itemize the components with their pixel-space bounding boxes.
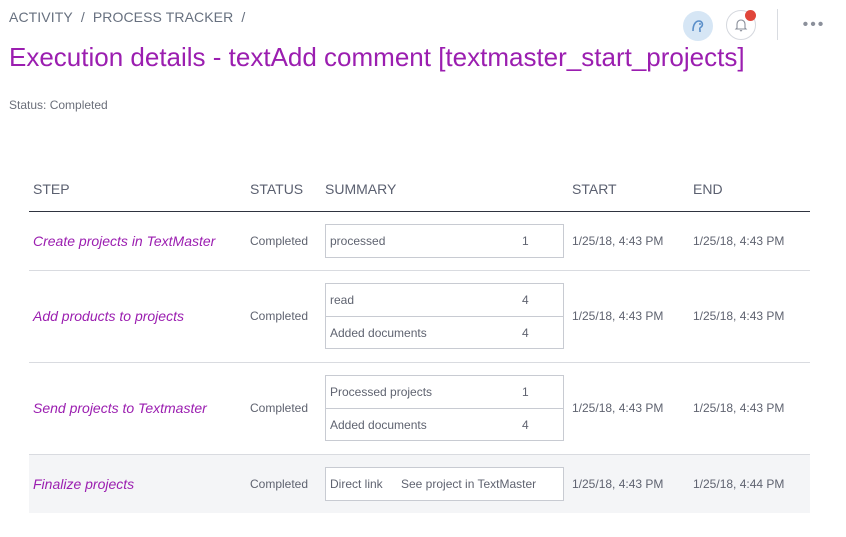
- step-status: Completed: [250, 234, 309, 248]
- more-options-button[interactable]: •••: [800, 14, 828, 36]
- step-end: 1/25/18, 4:43 PM: [693, 401, 785, 415]
- summary-label: Direct link: [330, 477, 383, 491]
- step-link[interactable]: Send projects to Textmaster: [33, 400, 207, 416]
- step-start: 1/25/18, 4:43 PM: [572, 309, 664, 323]
- header-step[interactable]: STEP: [33, 181, 70, 197]
- header-status[interactable]: STATUS: [250, 181, 303, 197]
- breadcrumb-process-tracker[interactable]: PROCESS TRACKER: [93, 9, 234, 25]
- table-header: STEP STATUS SUMMARY START END: [29, 168, 810, 212]
- step-link[interactable]: Add products to projects: [33, 308, 184, 324]
- toolbar-divider: [777, 9, 778, 40]
- breadcrumb-separator: /: [80, 9, 85, 25]
- step-link[interactable]: Create projects in TextMaster: [33, 233, 215, 249]
- summary-value: 4: [522, 293, 529, 307]
- table-row: Finalize projects Completed Direct link …: [29, 455, 810, 513]
- step-status: Completed: [250, 401, 309, 415]
- summary-box: Direct link See project in TextMaster: [325, 467, 564, 501]
- summary-label: Added documents: [330, 326, 427, 340]
- header-start[interactable]: START: [572, 181, 617, 197]
- summary-box: processed 1: [325, 224, 564, 258]
- step-start: 1/25/18, 4:43 PM: [572, 234, 664, 248]
- summary-box: Processed projects 1 Added documents 4: [325, 375, 564, 441]
- header-end[interactable]: END: [693, 181, 723, 197]
- step-link[interactable]: Finalize projects: [33, 476, 134, 492]
- summary-line: read 4: [326, 284, 563, 316]
- summary-line: Direct link See project in TextMaster: [326, 468, 563, 500]
- execution-status: Status: Completed: [9, 98, 108, 112]
- steps-table: STEP STATUS SUMMARY START END Create pro…: [29, 168, 810, 513]
- summary-value: 1: [522, 234, 529, 248]
- user-avatar[interactable]: [683, 11, 713, 41]
- summary-label: read: [330, 293, 355, 307]
- header-summary[interactable]: SUMMARY: [325, 181, 396, 197]
- step-status: Completed: [250, 309, 309, 323]
- more-horizontal-icon: •••: [802, 16, 826, 33]
- summary-value: 4: [522, 418, 529, 432]
- summary-value: 4: [522, 326, 529, 340]
- summary-line: Added documents 4: [326, 408, 563, 440]
- summary-box: read 4 Added documents 4: [325, 283, 564, 349]
- see-project-link[interactable]: See project in TextMaster: [401, 477, 536, 491]
- step-start: 1/25/18, 4:43 PM: [572, 401, 664, 415]
- step-status: Completed: [250, 477, 309, 491]
- summary-line: Added documents 4: [326, 316, 563, 348]
- summary-label: processed: [330, 234, 386, 248]
- step-end: 1/25/18, 4:43 PM: [693, 234, 785, 248]
- step-end: 1/25/18, 4:44 PM: [693, 477, 785, 491]
- notification-badge: [745, 10, 756, 21]
- summary-line: Processed projects 1: [326, 376, 563, 408]
- user-avatar-icon: [692, 20, 704, 32]
- table-row: Create projects in TextMaster Completed …: [29, 212, 810, 271]
- breadcrumb: ACTIVITY / PROCESS TRACKER /: [9, 9, 249, 25]
- step-start: 1/25/18, 4:43 PM: [572, 477, 664, 491]
- breadcrumb-activity[interactable]: ACTIVITY: [9, 9, 73, 25]
- step-end: 1/25/18, 4:43 PM: [693, 309, 785, 323]
- summary-line: processed 1: [326, 225, 563, 257]
- summary-value: 1: [522, 385, 529, 399]
- bell-icon: [734, 19, 748, 32]
- table-row: Add products to projects Completed read …: [29, 271, 810, 363]
- summary-label: Processed projects: [330, 385, 433, 399]
- breadcrumb-separator: /: [241, 9, 246, 25]
- table-row: Send projects to Textmaster Completed Pr…: [29, 363, 810, 455]
- summary-label: Added documents: [330, 418, 427, 432]
- page-title: Execution details - textAdd comment [tex…: [9, 42, 745, 72]
